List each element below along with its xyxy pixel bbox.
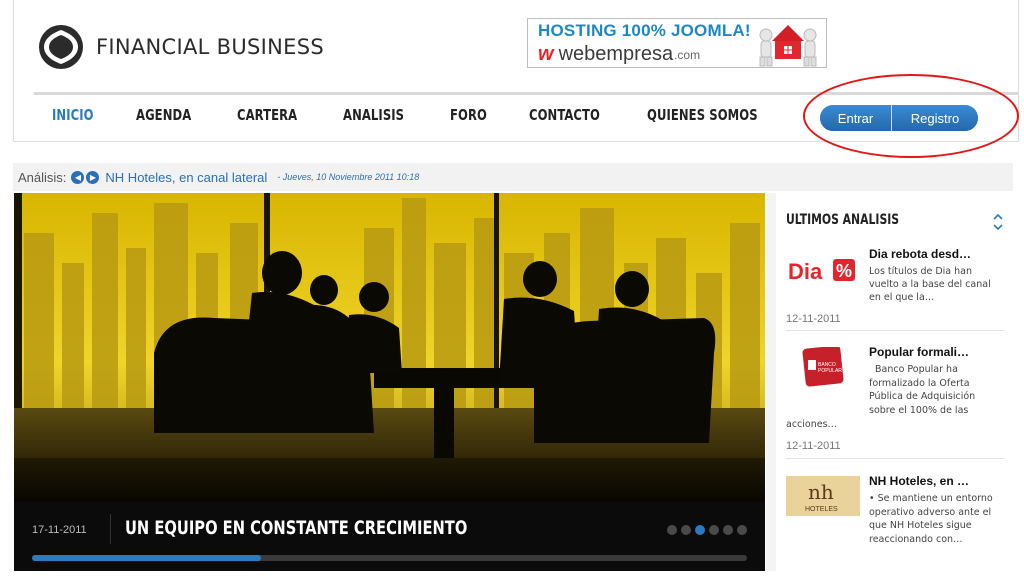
article-excerpt-line: operativo adverso ante el <box>869 507 992 518</box>
slide-dot[interactable] <box>709 525 719 535</box>
article-title[interactable]: NH Hoteles, en … <box>869 474 969 488</box>
latest-analysis-list: ULTIMOS ANALISIS Dia % Dia rebota desd… … <box>776 193 1014 571</box>
article-divider <box>786 458 1004 459</box>
banner-headline: HOSTING 100% JOOMLA! <box>538 21 751 40</box>
article-excerpt-line: Pública de Adquisición <box>869 391 976 402</box>
house-figures-icon <box>759 25 817 67</box>
ticker-label: Análisis: <box>18 169 67 185</box>
nav-item-analisis[interactable]: ANALISIS <box>343 106 404 124</box>
slide-dot[interactable] <box>695 525 705 535</box>
slide-progress-track <box>32 555 747 561</box>
article-title[interactable]: Popular formali… <box>869 345 969 359</box>
article-excerpt-line: reaccionando con… <box>869 534 963 545</box>
caption-separator <box>110 514 111 544</box>
highlight-annotation-ellipse <box>803 74 1019 158</box>
banner-brand-name: webempresa <box>558 43 674 65</box>
slide-dot[interactable] <box>681 525 691 535</box>
nav-item-cartera[interactable]: CARTERA <box>237 106 297 124</box>
nav-item-inicio[interactable]: INICIO <box>52 106 94 124</box>
article-excerpt-line: • Se mantiene un entorno <box>869 493 993 504</box>
nh-hoteles-logo-thumb: nh HOTELES <box>786 476 860 516</box>
article-excerpt-line: sobre el 100% de las <box>869 405 969 416</box>
scroll-updown-icon[interactable] <box>992 212 1004 232</box>
hosting-banner-ad[interactable]: HOSTING 100% JOOMLA! w webempresa .com <box>527 18 827 68</box>
svg-text:nh: nh <box>808 480 834 504</box>
nav-item-quienes-somos[interactable]: QUIENES SOMOS <box>647 106 758 124</box>
svg-text:%: % <box>836 261 852 281</box>
svg-text:HOTELES: HOTELES <box>805 506 838 513</box>
slide-photo-business-meeting[interactable] <box>14 193 765 502</box>
nav-item-agenda[interactable]: AGENDA <box>136 106 191 124</box>
article-excerpt-line: vuelto a la base del canal <box>869 279 991 290</box>
banner-brand: w webempresa .com <box>538 43 700 66</box>
article-excerpt-line: que NH Hoteles sigue <box>869 520 972 531</box>
latest-analysis-panel: ULTIMOS ANALISIS Dia % Dia rebota desd… … <box>766 193 1014 571</box>
article-excerpt-line: acciones… <box>786 419 838 430</box>
article-excerpt-line: en el que la… <box>869 292 935 303</box>
article-date: 12-11-2011 <box>786 313 841 325</box>
logo-text: FINANCIAL BUSINESS <box>96 35 324 59</box>
banner-brand-w: w <box>538 43 554 65</box>
article-title[interactable]: Dia rebota desd… <box>869 247 971 261</box>
slide-pagination-dots <box>667 525 751 535</box>
ticker-prev-icon[interactable]: ◀ <box>71 170 85 184</box>
article-divider <box>786 330 1004 331</box>
logo-mark-icon <box>39 25 83 69</box>
slide-dot[interactable] <box>737 525 747 535</box>
slide-caption-bar: 17-11-2011 UN EQUIPO EN CONSTANTE CRECIM… <box>14 502 765 571</box>
slide-progress-fill <box>32 555 261 561</box>
ticker-arrows: ◀ ▶ <box>71 170 101 184</box>
ticker-date: - Jueves, 10 Noviembre 2011 10:18 <box>277 172 420 182</box>
dia-logo-thumb: Dia % <box>786 251 860 291</box>
slide-title[interactable]: UN EQUIPO EN CONSTANTE CRECIMIENTO <box>125 517 467 539</box>
featured-slider: 17-11-2011 UN EQUIPO EN CONSTANTE CRECIM… <box>14 193 765 571</box>
ticker-next-icon[interactable]: ▶ <box>86 170 100 184</box>
ticker-headline-link[interactable]: NH Hoteles, en canal lateral <box>105 170 267 185</box>
slide-dot[interactable] <box>723 525 733 535</box>
article-excerpt-line: formalizado la Oferta <box>869 378 970 389</box>
nav-item-foro[interactable]: FORO <box>450 106 487 124</box>
slide-dot[interactable] <box>667 525 677 535</box>
article-date: 12-11-2011 <box>786 440 841 452</box>
svg-text:Dia: Dia <box>788 259 823 284</box>
site-logo[interactable]: FINANCIAL BUSINESS <box>38 24 324 70</box>
svg-text:POPULAR: POPULAR <box>818 368 842 374</box>
main-nav: INICIO AGENDA CARTERA ANALISIS FORO CONT… <box>52 106 812 124</box>
banco-popular-logo-thumb: BANCO POPULAR <box>786 347 860 387</box>
slide-date: 17-11-2011 <box>32 524 87 536</box>
article-excerpt-line: Los títulos de Dia han <box>869 266 972 277</box>
nav-item-contacto[interactable]: CONTACTO <box>529 106 600 124</box>
banner-brand-tld: .com <box>674 47 701 62</box>
panel-title: ULTIMOS ANALISIS <box>786 212 900 228</box>
analysis-ticker: Análisis: ◀ ▶ NH Hoteles, en canal later… <box>13 163 1013 191</box>
article-excerpt-line: Banco Popular ha <box>875 364 958 375</box>
